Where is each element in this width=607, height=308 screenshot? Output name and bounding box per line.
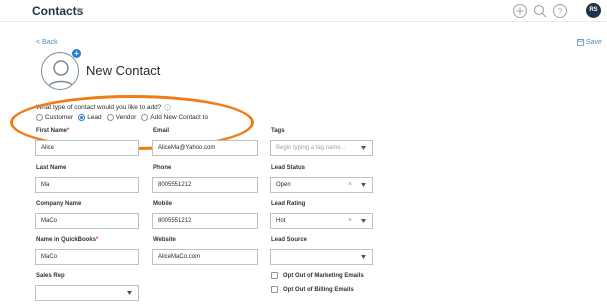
last-name-field[interactable]: Ma [35,177,139,193]
last-name-label: Last Name [36,165,67,171]
first-name-field[interactable]: Alice [35,140,139,156]
name-in-quickbooks-field[interactable]: MaCo [35,249,139,265]
page-title: New Contact [86,63,161,78]
lead-source-select[interactable] [270,249,373,265]
company-name-field[interactable]: MaCo [35,213,139,229]
top-bar: Contacts ? RS [0,0,607,22]
first-name-label: First Name* [36,128,69,134]
website-field[interactable]: AliceMaCo.com [152,249,258,265]
first-name-label-text: First Name [36,128,68,134]
required-marker: * [67,128,70,134]
lead-source-label: Lead Source [271,237,308,243]
save-icon [577,39,584,46]
opt-out-billing-checkbox[interactable] [271,286,278,293]
save-label: Save [586,39,602,46]
lead-status-value: Open [276,182,291,188]
email-field[interactable]: AliceMa@Yahoo.com [152,140,258,156]
radio-lead[interactable]: Lead [78,114,102,121]
opt-out-marketing-checkbox[interactable] [271,272,278,279]
caret-down-icon [361,183,366,187]
lead-rating-value: Hot [276,218,286,224]
mobile-label: Mobile [153,201,172,207]
website-label: Website [153,237,176,243]
contact-type-options: Customer Lead Vendor Add New Contact to [36,114,208,121]
svg-text:i: i [167,105,168,110]
contact-type-question: What type of contact would you like to a… [36,104,172,111]
radio-lead-label: Lead [87,114,102,121]
radio-customer[interactable]: Customer [36,114,73,121]
chevron-down-icon[interactable] [75,5,85,15]
sales-rep-label: Sales Rep [36,273,65,279]
lead-status-label: Lead Status [271,165,306,171]
svg-text:?: ? [558,7,563,16]
radio-vendor-label: Vendor [115,114,137,121]
caret-down-icon [361,255,366,259]
tags-placeholder: Begin typing a tag name... [276,145,346,151]
caret-down-icon [361,219,366,223]
name-in-quickbooks-label-text: Name in QuickBooks [36,237,97,243]
search-icon[interactable] [532,3,548,19]
opt-out-billing-label: Opt Out of Billing Emails [283,286,354,293]
person-icon [47,60,75,89]
name-in-quickbooks-label: Name in QuickBooks* [36,237,98,243]
clear-icon[interactable]: × [348,214,352,228]
opt-out-marketing-row[interactable]: Opt Out of Marketing Emails [271,272,364,279]
info-icon[interactable]: i [164,104,172,111]
phone-label: Phone [153,165,172,171]
radio-add-new-label: Add New Contact to [150,114,209,121]
tags-label: Tags [271,128,285,134]
sales-rep-select[interactable] [35,285,139,301]
radio-button[interactable] [36,114,43,121]
radio-vendor[interactable]: Vendor [106,114,137,121]
contact-type-question-text: What type of contact would you like to a… [36,104,162,111]
radio-button-selected[interactable] [78,114,86,121]
lead-status-select[interactable]: Open × [270,177,373,193]
phone-field[interactable]: 8005551212 [152,177,258,193]
opt-out-marketing-label: Opt Out of Marketing Emails [283,272,364,279]
radio-button[interactable] [141,114,149,121]
save-button[interactable]: Save [577,39,602,46]
radio-customer-label: Customer [45,114,74,121]
back-link[interactable]: < Back [36,39,58,46]
radio-add-new-contact-to[interactable]: Add New Contact to [141,114,208,121]
lead-rating-label: Lead Rating [271,201,306,207]
caret-down-icon [361,146,366,150]
tags-input[interactable]: Begin typing a tag name... [270,140,373,156]
user-avatar[interactable]: RS [586,3,601,18]
mobile-field[interactable]: 8005551212 [152,213,258,229]
add-photo-icon[interactable]: + [72,49,81,58]
clear-icon[interactable]: × [348,178,352,192]
email-label: Email [153,128,170,134]
company-name-label: Company Name [36,201,82,207]
lead-rating-select[interactable]: Hot × [270,213,373,229]
required-marker: * [96,237,99,243]
add-icon[interactable] [512,3,528,19]
radio-button[interactable] [106,114,114,121]
opt-out-billing-row[interactable]: Opt Out of Billing Emails [271,286,354,293]
caret-down-icon [127,291,132,295]
help-icon[interactable]: ? [552,3,568,19]
